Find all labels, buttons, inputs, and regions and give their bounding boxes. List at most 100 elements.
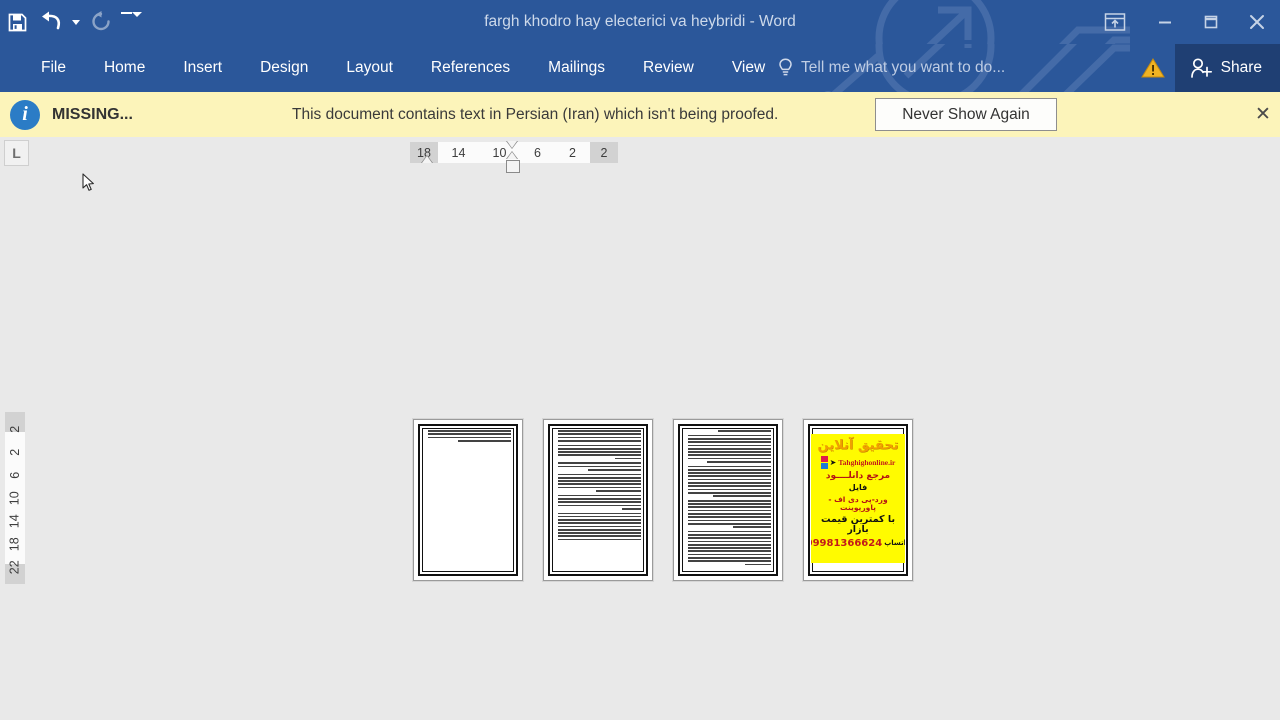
save-button[interactable] [0, 7, 34, 37]
ruler-right-margin-zone: 2 [590, 142, 618, 163]
redo-button[interactable] [84, 7, 118, 37]
close-button[interactable] [1234, 0, 1280, 44]
text-line [688, 522, 771, 525]
tell-me-search[interactable]: Tell me what you want to do... [778, 44, 1005, 92]
tab-view[interactable]: View [713, 44, 784, 92]
ruler-number: 14 [451, 145, 466, 160]
notification-close-button[interactable]: ✕ [1250, 102, 1276, 128]
text-line [558, 433, 641, 435]
text-line [558, 504, 641, 507]
text-line [688, 454, 771, 457]
tab-stop-selector[interactable]: L [4, 140, 29, 166]
left-tab-stop-icon: L [12, 145, 21, 161]
ad-phone-row: واتساپ 09981366624 [811, 538, 905, 549]
page-2-content [555, 430, 641, 570]
text-paragraph [685, 430, 771, 432]
vertical-ruler[interactable]: 2 2 6 10 14 18 22 [5, 412, 25, 584]
share-button[interactable]: Share [1174, 44, 1280, 92]
page-1-content [425, 430, 511, 570]
undo-dropdown-button[interactable] [68, 7, 84, 37]
text-line [688, 488, 771, 491]
tab-review[interactable]: Review [624, 44, 713, 92]
quick-access-toolbar [0, 0, 144, 44]
title-bar: fargh khodro hay electerici va heybridi … [0, 0, 1280, 44]
tab-references[interactable]: References [412, 44, 529, 92]
undo-button[interactable] [34, 7, 68, 37]
tab-design[interactable]: Design [241, 44, 327, 92]
ad-phone-number: 09981366624 [811, 537, 883, 549]
text-line [558, 525, 641, 528]
text-line [558, 538, 641, 541]
ad-url-row: ➤ Tahghighonline.ir [820, 456, 895, 469]
text-line [688, 530, 771, 533]
text-line [457, 439, 511, 442]
text-line [707, 460, 771, 463]
text-line [688, 534, 771, 536]
text-line [558, 501, 641, 503]
notification-title: MISSING... [52, 105, 133, 123]
ad-line-2: فایل [848, 483, 868, 493]
tab-mailings[interactable]: Mailings [529, 44, 624, 92]
ribbon-tab-strip: File Home Insert Design Layout Reference… [0, 44, 1280, 92]
ad-app-icons [820, 456, 828, 469]
chevron-down-icon [131, 12, 142, 17]
close-icon [1250, 15, 1264, 29]
ribbon-display-options-button[interactable] [1088, 0, 1142, 44]
text-line [688, 457, 771, 460]
left-indent-box-marker[interactable] [506, 160, 520, 173]
vruler-number: 2 [7, 448, 22, 456]
text-line [558, 483, 641, 486]
text-line [688, 506, 771, 509]
text-line [558, 444, 641, 447]
text-paragraph [685, 530, 771, 566]
text-line [558, 439, 641, 442]
text-line [688, 560, 771, 562]
vertical-ruler-numbers: 2 2 6 10 14 18 22 [5, 412, 25, 584]
text-paragraph [555, 494, 641, 510]
text-line [558, 512, 641, 515]
share-button-label: Share [1220, 59, 1262, 76]
text-line [688, 516, 771, 518]
info-icon: i [10, 99, 40, 130]
tab-layout[interactable]: Layout [327, 44, 412, 92]
text-line [596, 490, 641, 492]
text-line [688, 540, 771, 543]
indent-triangle-down-fill [507, 141, 517, 148]
redo-icon [92, 11, 110, 31]
text-line [558, 447, 641, 450]
text-paragraph [555, 430, 641, 442]
ad-line-3: ورد-پی دی اف - پاورپوینت [828, 494, 888, 512]
page-4[interactable]: تحقیق آنلاین ➤ Tahghighonline.ir مرجع دا… [803, 419, 913, 581]
tab-insert[interactable]: Insert [164, 44, 241, 92]
tab-home[interactable]: Home [85, 44, 164, 92]
document-warning-button[interactable] [1140, 44, 1166, 92]
text-line [688, 468, 771, 471]
text-line [688, 472, 771, 474]
maximize-button[interactable] [1188, 0, 1234, 44]
page-thumbnails: تحقیق آنلاین ➤ Tahghighonline.ir مرجع دا… [413, 419, 913, 581]
minimize-button[interactable] [1142, 0, 1188, 44]
indent-triangle-up-fill-2 [507, 152, 517, 159]
text-line [558, 532, 641, 534]
ad-logo-text: تحقیق آنلاین [817, 438, 899, 453]
never-show-again-button[interactable]: Never Show Again [875, 98, 1057, 131]
page-2[interactable] [543, 419, 653, 581]
text-line [688, 447, 771, 450]
lightbulb-icon [779, 58, 792, 76]
text-line [558, 480, 641, 482]
page-1[interactable] [413, 419, 523, 581]
text-line [688, 547, 771, 549]
page-3[interactable] [673, 419, 783, 581]
text-line [558, 451, 641, 453]
text-line [558, 436, 641, 439]
ad-arrow-icon: ➤ [829, 457, 837, 467]
ribbon-tabs: File Home Insert Design Layout Reference… [0, 44, 784, 92]
chevron-down-icon [72, 19, 80, 25]
text-line [558, 476, 641, 479]
ruler-number: 2 [569, 145, 576, 160]
text-line [688, 543, 771, 546]
customize-quick-access-toolbar-button[interactable] [118, 2, 144, 42]
tab-file[interactable]: File [22, 44, 85, 92]
ruler-number: 6 [534, 145, 541, 160]
text-line [558, 486, 641, 489]
